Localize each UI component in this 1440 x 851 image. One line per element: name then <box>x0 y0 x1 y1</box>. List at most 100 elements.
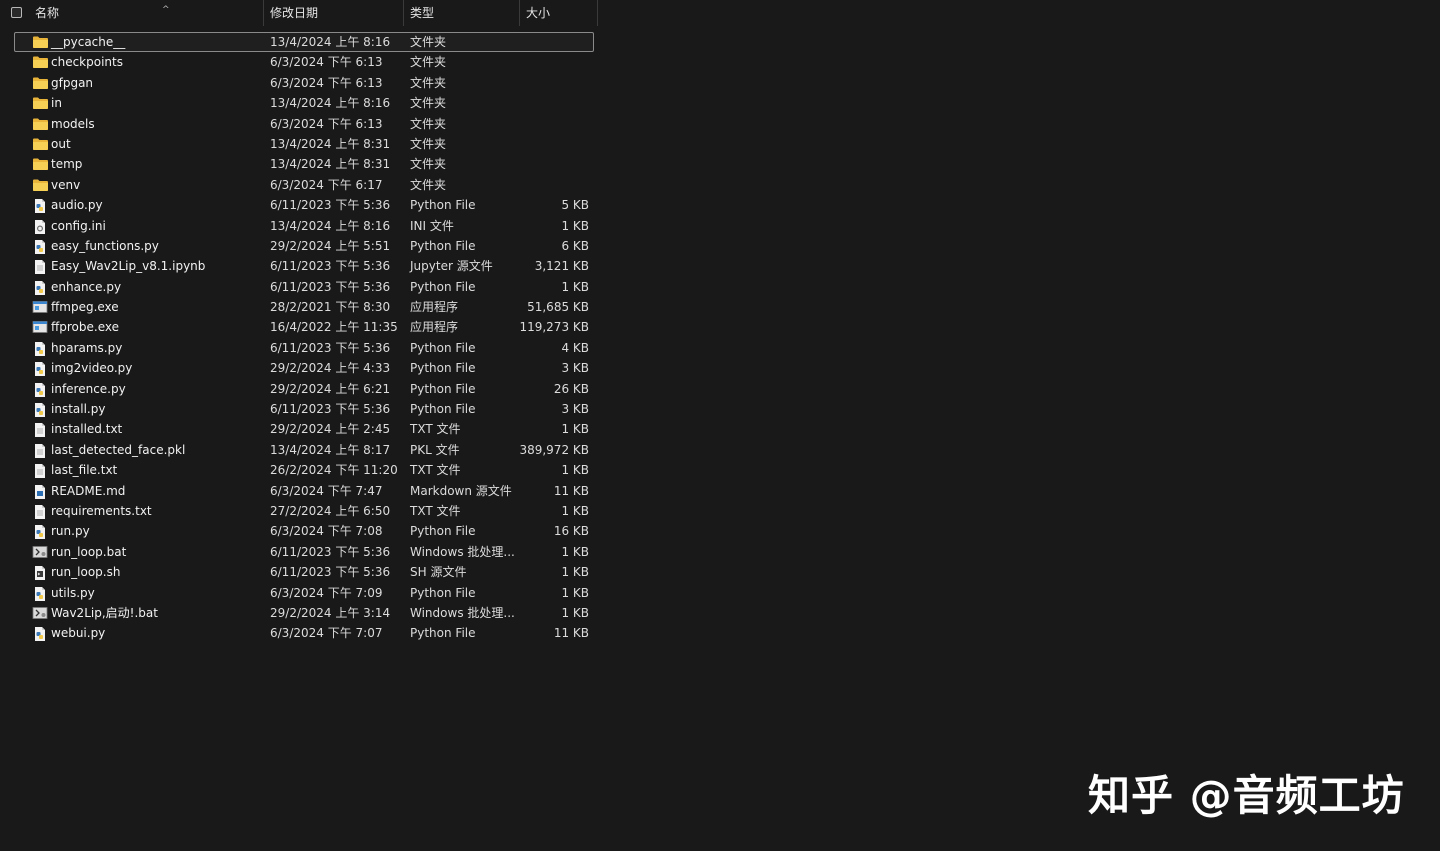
file-row[interactable]: install.py 6/11/2023 下午 5:36 Python File 3 … <box>0 399 600 419</box>
file-type: 文件夹 <box>410 177 447 192</box>
file-row[interactable]: run_loop.sh 6/11/2023 下午 5:36 SH 源文件 1 KB <box>0 562 600 582</box>
folder-icon <box>32 157 48 171</box>
file-row[interactable]: README.md 6/3/2024 下午 7:47 Markdown 源文件 11 … <box>0 481 600 501</box>
file-row[interactable]: ffprobe.exe 16/4/2022 上午 11:35 应用程序 119,273… <box>0 317 600 337</box>
exe-file-icon <box>32 300 48 314</box>
modified-date: 27/2/2024 上午 6:50 <box>270 503 391 518</box>
file-row[interactable]: inference.py 29/2/2024 上午 6:21 Python File… <box>0 379 600 399</box>
file-row[interactable]: img2video.py 29/2/2024 上午 4:33 Python File… <box>0 358 600 378</box>
file-row[interactable]: hparams.py 6/11/2023 下午 5:36 Python File 4 … <box>0 338 600 358</box>
file-size: 26 KB <box>553 381 589 396</box>
file-row[interactable]: utils.py 6/3/2024 下午 7:09 Python File 1 KB <box>0 583 600 603</box>
python-file-icon <box>32 524 48 540</box>
folder-row[interactable]: models 6/3/2024 下午 6:13 文件夹 <box>0 114 600 134</box>
modified-date: 29/2/2024 上午 2:45 <box>270 422 391 437</box>
file-name: enhance.py <box>51 279 122 294</box>
file-size: 3 KB <box>561 402 589 417</box>
column-header-size[interactable]: 大小 <box>520 0 598 26</box>
python-file-icon <box>32 626 48 642</box>
modified-date: 6/3/2024 下午 6:13 <box>270 116 383 131</box>
modified-date: 13/4/2024 上午 8:16 <box>270 218 391 233</box>
folder-icon <box>32 137 48 151</box>
file-type: INI 文件 <box>410 218 454 233</box>
folder-row[interactable]: in 13/4/2024 上午 8:16 文件夹 <box>0 93 600 113</box>
column-header-date-label: 修改日期 <box>270 6 319 20</box>
file-row[interactable]: requirements.txt 27/2/2024 上午 6:50 TXT 文件 1… <box>0 501 600 521</box>
folder-icon <box>32 55 48 69</box>
folder-row[interactable]: temp 13/4/2024 上午 8:31 文件夹 <box>0 154 600 174</box>
modified-date: 6/11/2023 下午 5:36 <box>270 198 391 213</box>
file-name: temp <box>51 157 83 172</box>
document-icon <box>32 259 48 275</box>
file-row[interactable]: ffmpeg.exe 28/2/2021 下午 8:30 应用程序 51,685 KB <box>0 297 600 317</box>
file-name: install.py <box>51 402 106 417</box>
file-row[interactable]: run.py 6/3/2024 下午 7:08 Python File 16 KB <box>0 521 600 541</box>
file-type: Python File <box>410 361 476 376</box>
file-name: in <box>51 96 62 111</box>
modified-date: 6/11/2023 下午 5:36 <box>270 279 391 294</box>
folder-icon <box>32 178 48 192</box>
file-size: 1 KB <box>561 422 589 437</box>
file-row[interactable]: last_file.txt 26/2/2024 下午 11:20 TXT 文件 1 K… <box>0 460 600 480</box>
file-name: img2video.py <box>51 361 133 376</box>
file-row[interactable]: easy_functions.py 29/2/2024 上午 5:51 Python… <box>0 236 600 256</box>
file-type: 文件夹 <box>410 35 447 49</box>
column-header-bar: 名称 ^ 修改日期 类型 大小 <box>0 0 598 26</box>
python-file-icon <box>32 586 48 601</box>
file-row[interactable]: audio.py 6/11/2023 下午 5:36 Python File 5 KB <box>0 195 600 215</box>
file-type: 文件夹 <box>410 75 447 90</box>
file-type: SH 源文件 <box>410 565 467 580</box>
modified-date: 6/3/2024 下午 6:13 <box>270 75 383 90</box>
modified-date: 13/4/2024 上午 8:16 <box>270 35 391 49</box>
select-all-checkbox[interactable] <box>11 7 22 18</box>
file-name: checkpoints <box>51 55 123 70</box>
file-row[interactable]: Easy_Wav2Lip_v8.1.ipynb 6/11/2023 下午 5:36… <box>0 256 600 276</box>
file-list: __pycache__ 13/4/2024 上午 8:16 文件夹 checkpoin… <box>0 32 600 644</box>
file-size: 16 KB <box>553 524 589 539</box>
file-size: 1 KB <box>561 503 589 518</box>
column-header-size-label: 大小 <box>526 6 551 20</box>
file-name: requirements.txt <box>51 503 152 518</box>
file-type: Python File <box>410 198 476 213</box>
file-size: 119,273 KB <box>519 320 589 335</box>
file-row[interactable]: config.ini 13/4/2024 上午 8:16 INI 文件 1 KB <box>0 216 600 236</box>
file-size: 1 KB <box>561 463 589 478</box>
column-header-type[interactable]: 类型 <box>404 0 520 26</box>
file-name: venv <box>51 177 81 192</box>
file-name: ffprobe.exe <box>51 320 119 335</box>
modified-date: 16/4/2022 上午 11:35 <box>270 320 398 335</box>
file-size: 3 KB <box>561 361 589 376</box>
folder-row[interactable]: out 13/4/2024 上午 8:31 文件夹 <box>0 134 600 154</box>
file-name: easy_functions.py <box>51 238 159 253</box>
document-icon <box>32 443 48 458</box>
file-row[interactable]: installed.txt 29/2/2024 上午 2:45 TXT 文件 1 KB <box>0 419 600 439</box>
file-type: Python File <box>410 402 476 417</box>
file-row[interactable]: Wav2Lip,启动!.bat 29/2/2024 上午 3:14 Windows … <box>0 603 600 623</box>
file-row[interactable]: run_loop.bat 6/11/2023 下午 5:36 Windows 批处理… <box>0 542 600 562</box>
file-size: 51,685 KB <box>527 300 589 315</box>
column-header-name[interactable]: 名称 ^ <box>29 0 264 26</box>
column-header-date[interactable]: 修改日期 <box>264 0 404 26</box>
folder-row[interactable]: venv 6/3/2024 下午 6:17 文件夹 <box>0 175 600 195</box>
file-size: 1 KB <box>561 605 589 620</box>
file-row[interactable]: webui.py 6/3/2024 下午 7:07 Python File 11 KB <box>0 623 600 643</box>
file-row[interactable]: last_detected_face.pkl 13/4/2024 上午 8:17 P… <box>0 440 600 460</box>
file-name: ffmpeg.exe <box>51 300 119 315</box>
file-size: 6 KB <box>561 238 589 253</box>
modified-date: 13/4/2024 上午 8:31 <box>270 136 391 151</box>
python-file-icon <box>32 382 48 397</box>
folder-row[interactable]: __pycache__ 13/4/2024 上午 8:16 文件夹 <box>0 32 600 52</box>
folder-icon <box>32 96 48 110</box>
sh-file-icon <box>32 565 48 581</box>
sort-ascending-icon: ^ <box>162 5 170 15</box>
file-type: Jupyter 源文件 <box>410 259 493 274</box>
modified-date: 29/2/2024 上午 6:21 <box>270 381 391 396</box>
folder-row[interactable]: gfpgan 6/3/2024 下午 6:13 文件夹 <box>0 73 600 93</box>
folder-row[interactable]: checkpoints 6/3/2024 下午 6:13 文件夹 <box>0 52 600 72</box>
file-row[interactable]: enhance.py 6/11/2023 下午 5:36 Python File 1 … <box>0 277 600 297</box>
file-type: Python File <box>410 340 476 355</box>
file-type: Python File <box>410 585 476 600</box>
file-name: config.ini <box>51 218 106 233</box>
config-file-icon <box>32 219 48 234</box>
file-type: Python File <box>410 626 476 641</box>
